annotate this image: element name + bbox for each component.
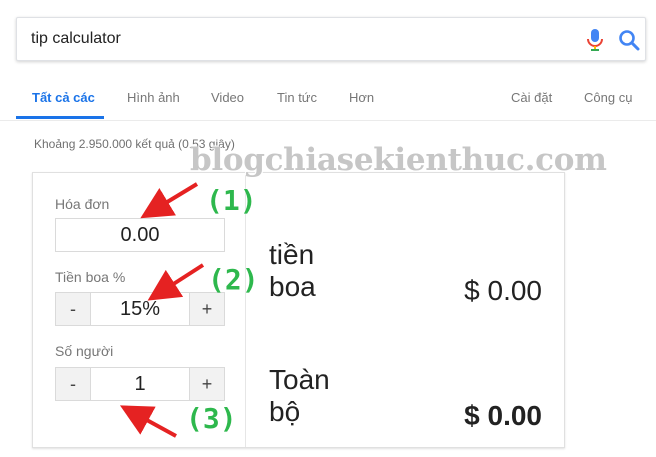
arrow-2: [147, 263, 205, 301]
arrow-3: [119, 405, 177, 438]
annotation-arrows: [119, 182, 205, 438]
arrow-1: [140, 182, 199, 219]
